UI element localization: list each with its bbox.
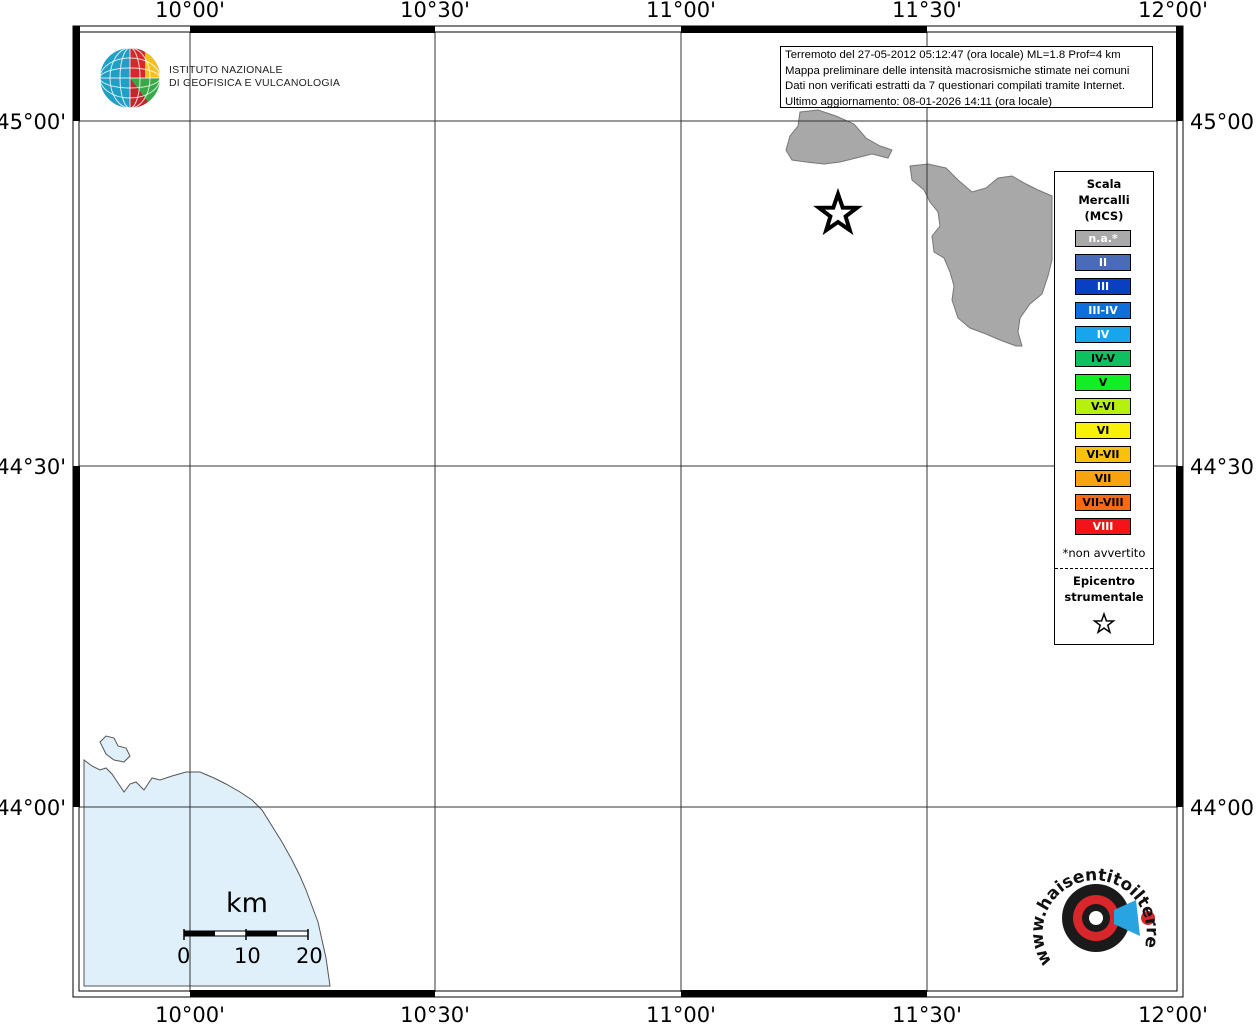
legend-item: III-IV xyxy=(1075,302,1131,319)
lat-left-1: 45°00' xyxy=(0,110,66,134)
legend-item: VI xyxy=(1075,422,1131,439)
event-info-line-1: Terremoto del 27-05-2012 05:12:47 (ora l… xyxy=(785,49,1121,61)
legend-item: VIII xyxy=(1075,518,1131,535)
lon-bottom-2: 10°30' xyxy=(400,1003,470,1024)
epicenter-star-icon xyxy=(813,187,863,236)
legend-item: IV-V xyxy=(1075,350,1131,367)
legend-items: n.a.* II III III-IV IV IV-V V V-VI VI VI-VII VII VI… xyxy=(1075,230,1131,542)
legend-epicenter-label: Epicentro strumentale xyxy=(1055,573,1153,605)
legend-item: III xyxy=(1075,278,1131,295)
legend-item: IV xyxy=(1075,326,1131,343)
lon-top-4: 11°30' xyxy=(892,0,962,22)
lon-top-5: 12°00' xyxy=(1138,0,1208,22)
mcs-legend: Scala Mercalli (MCS) n.a.* II III III-IV IV I… xyxy=(1054,171,1154,645)
lon-bottom-5: 12°00' xyxy=(1138,1003,1208,1024)
lon-bottom-1: 10°00' xyxy=(155,1003,225,1024)
legend-star-icon xyxy=(1092,612,1116,634)
legend-item: V xyxy=(1075,374,1131,391)
lon-bottom-4: 11°30' xyxy=(892,1003,962,1024)
legend-item: V-VI xyxy=(1075,398,1131,415)
legend-epicenter-line-2: strumentale xyxy=(1064,590,1144,604)
legend-note: *non avvertito xyxy=(1062,546,1146,560)
lat-right-3: 44°00' xyxy=(1190,796,1256,820)
lon-top-1: 10°00' xyxy=(155,0,225,22)
lat-left-3: 44°00' xyxy=(0,796,66,820)
lat-right-1: 45°00' xyxy=(1190,110,1256,134)
ingv-label: ISTITUTO NAZIONALE DI GEOFISICA E VULCAN… xyxy=(169,64,340,90)
municipality-north xyxy=(785,109,893,165)
ingv-line-1: ISTITUTO NAZIONALE xyxy=(169,64,283,76)
scale-label-0: 0 xyxy=(177,944,191,968)
legend-item: VII xyxy=(1075,470,1131,487)
legend-item: VI-VII xyxy=(1075,446,1131,463)
lon-bottom-3: 11°00' xyxy=(646,1003,716,1024)
event-info-line-3: Dati non verificati estratti da 7 questi… xyxy=(785,80,1125,93)
legend-separator xyxy=(1055,568,1153,569)
municipality-east xyxy=(909,163,1053,347)
scale-title: km xyxy=(226,888,268,919)
ingv-line-2: DI GEOFISICA E VULCANOLOGIA xyxy=(169,77,341,89)
legend-epicenter-line-1: Epicentro xyxy=(1073,574,1135,588)
lat-right-2: 44°30' xyxy=(1190,455,1256,479)
ingv-logo-icon xyxy=(99,47,161,109)
legend-item: II xyxy=(1075,254,1131,271)
lat-left-2: 44°30' xyxy=(0,455,66,479)
legend-title-line-2: Mercalli xyxy=(1078,193,1130,207)
peninsula xyxy=(99,735,131,763)
scale-label-10: 10 xyxy=(234,944,261,968)
event-info-line-4: Ultimo aggiornamento: 08-01-2026 14:11 (… xyxy=(785,95,1052,108)
legend-item: VII-VIII xyxy=(1075,494,1131,511)
legend-item: n.a.* xyxy=(1075,230,1131,247)
event-info-line-2: Mappa preliminare delle intensità macros… xyxy=(785,64,1130,77)
event-info-box: Terremoto del 27-05-2012 05:12:47 (ora l… xyxy=(780,46,1153,108)
legend-title-line-1: Scala xyxy=(1086,177,1122,191)
legend-title: Scala Mercalli (MCS) xyxy=(1055,176,1153,224)
haisentito-logo-icon: www.haisentitoilterremoto.it xyxy=(1030,858,1162,969)
legend-title-line-3: (MCS) xyxy=(1084,209,1124,223)
lon-top-2: 10°30' xyxy=(400,0,470,22)
sea-area xyxy=(83,759,331,987)
scale-label-20: 20 xyxy=(296,944,323,968)
lon-top-3: 11°00' xyxy=(646,0,716,22)
